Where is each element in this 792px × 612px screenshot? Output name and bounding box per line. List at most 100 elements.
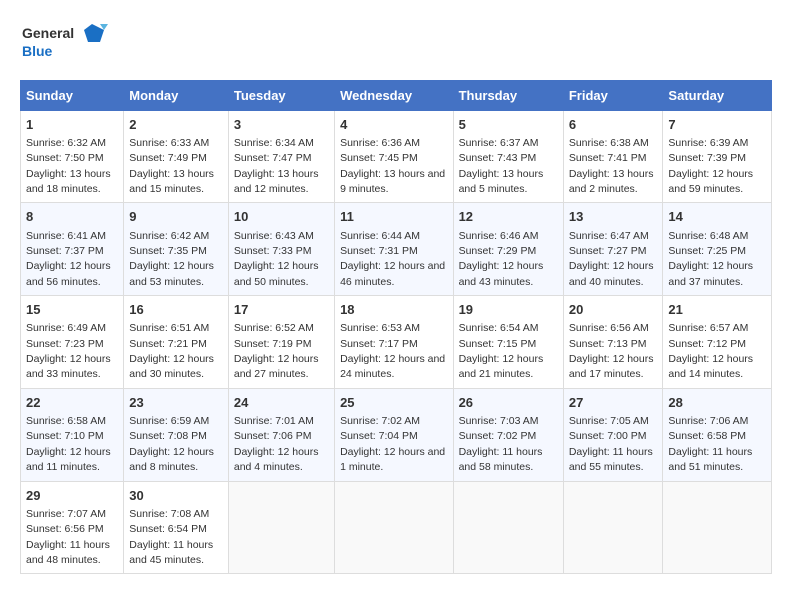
day-cell: 21 Sunrise: 6:57 AM Sunset: 7:12 PM Dayl…: [663, 296, 772, 389]
day-info: Sunrise: 6:37 AM Sunset: 7:43 PM Dayligh…: [459, 137, 544, 195]
day-number: 21: [668, 301, 766, 319]
day-number: 20: [569, 301, 658, 319]
day-number: 28: [668, 394, 766, 412]
day-cell: 30 Sunrise: 7:08 AM Sunset: 6:54 PM Dayl…: [124, 481, 229, 574]
day-number: 13: [569, 208, 658, 226]
header-cell-monday: Monday: [124, 80, 229, 110]
day-cell: 16 Sunrise: 6:51 AM Sunset: 7:21 PM Dayl…: [124, 296, 229, 389]
day-cell: 3 Sunrise: 6:34 AM Sunset: 7:47 PM Dayli…: [228, 110, 334, 203]
day-cell: 14 Sunrise: 6:48 AM Sunset: 7:25 PM Dayl…: [663, 203, 772, 296]
day-number: 6: [569, 116, 658, 134]
day-info: Sunrise: 6:57 AM Sunset: 7:12 PM Dayligh…: [668, 322, 753, 380]
day-number: 19: [459, 301, 558, 319]
day-info: Sunrise: 6:59 AM Sunset: 7:08 PM Dayligh…: [129, 415, 214, 473]
day-info: Sunrise: 7:03 AM Sunset: 7:02 PM Dayligh…: [459, 415, 543, 473]
day-number: 11: [340, 208, 447, 226]
day-cell: 20 Sunrise: 6:56 AM Sunset: 7:13 PM Dayl…: [563, 296, 663, 389]
header-cell-friday: Friday: [563, 80, 663, 110]
calendar-table: SundayMondayTuesdayWednesdayThursdayFrid…: [20, 80, 772, 575]
logo: General Blue: [20, 20, 110, 70]
day-number: 22: [26, 394, 118, 412]
header-cell-wednesday: Wednesday: [335, 80, 453, 110]
day-number: 26: [459, 394, 558, 412]
day-number: 3: [234, 116, 329, 134]
day-cell: 18 Sunrise: 6:53 AM Sunset: 7:17 PM Dayl…: [335, 296, 453, 389]
day-number: 2: [129, 116, 223, 134]
header-cell-thursday: Thursday: [453, 80, 563, 110]
header-row: SundayMondayTuesdayWednesdayThursdayFrid…: [21, 80, 772, 110]
day-info: Sunrise: 7:07 AM Sunset: 6:56 PM Dayligh…: [26, 508, 110, 566]
day-number: 5: [459, 116, 558, 134]
logo-svg: General Blue: [20, 20, 110, 65]
day-number: 1: [26, 116, 118, 134]
week-row-4: 22 Sunrise: 6:58 AM Sunset: 7:10 PM Dayl…: [21, 388, 772, 481]
day-info: Sunrise: 6:46 AM Sunset: 7:29 PM Dayligh…: [459, 230, 544, 288]
day-info: Sunrise: 6:56 AM Sunset: 7:13 PM Dayligh…: [569, 322, 654, 380]
day-info: Sunrise: 6:52 AM Sunset: 7:19 PM Dayligh…: [234, 322, 319, 380]
day-info: Sunrise: 6:49 AM Sunset: 7:23 PM Dayligh…: [26, 322, 111, 380]
day-cell: 23 Sunrise: 6:59 AM Sunset: 7:08 PM Dayl…: [124, 388, 229, 481]
day-cell: [663, 481, 772, 574]
day-cell: [563, 481, 663, 574]
day-cell: 7 Sunrise: 6:39 AM Sunset: 7:39 PM Dayli…: [663, 110, 772, 203]
day-number: 16: [129, 301, 223, 319]
day-number: 24: [234, 394, 329, 412]
day-info: Sunrise: 7:05 AM Sunset: 7:00 PM Dayligh…: [569, 415, 653, 473]
day-info: Sunrise: 6:47 AM Sunset: 7:27 PM Dayligh…: [569, 230, 654, 288]
day-cell: 17 Sunrise: 6:52 AM Sunset: 7:19 PM Dayl…: [228, 296, 334, 389]
day-number: 8: [26, 208, 118, 226]
week-row-1: 1 Sunrise: 6:32 AM Sunset: 7:50 PM Dayli…: [21, 110, 772, 203]
day-cell: [228, 481, 334, 574]
page-header: General Blue: [20, 20, 772, 70]
header-cell-saturday: Saturday: [663, 80, 772, 110]
svg-text:General: General: [22, 25, 74, 41]
day-info: Sunrise: 6:42 AM Sunset: 7:35 PM Dayligh…: [129, 230, 214, 288]
header-cell-tuesday: Tuesday: [228, 80, 334, 110]
day-number: 10: [234, 208, 329, 226]
day-info: Sunrise: 6:58 AM Sunset: 7:10 PM Dayligh…: [26, 415, 111, 473]
day-number: 12: [459, 208, 558, 226]
day-cell: 15 Sunrise: 6:49 AM Sunset: 7:23 PM Dayl…: [21, 296, 124, 389]
day-number: 30: [129, 487, 223, 505]
day-number: 7: [668, 116, 766, 134]
day-number: 14: [668, 208, 766, 226]
day-cell: 8 Sunrise: 6:41 AM Sunset: 7:37 PM Dayli…: [21, 203, 124, 296]
day-cell: 4 Sunrise: 6:36 AM Sunset: 7:45 PM Dayli…: [335, 110, 453, 203]
day-cell: 25 Sunrise: 7:02 AM Sunset: 7:04 PM Dayl…: [335, 388, 453, 481]
day-info: Sunrise: 6:34 AM Sunset: 7:47 PM Dayligh…: [234, 137, 319, 195]
day-number: 25: [340, 394, 447, 412]
day-info: Sunrise: 6:38 AM Sunset: 7:41 PM Dayligh…: [569, 137, 654, 195]
day-cell: 1 Sunrise: 6:32 AM Sunset: 7:50 PM Dayli…: [21, 110, 124, 203]
day-cell: 12 Sunrise: 6:46 AM Sunset: 7:29 PM Dayl…: [453, 203, 563, 296]
day-cell: 5 Sunrise: 6:37 AM Sunset: 7:43 PM Dayli…: [453, 110, 563, 203]
day-cell: 29 Sunrise: 7:07 AM Sunset: 6:56 PM Dayl…: [21, 481, 124, 574]
day-cell: 9 Sunrise: 6:42 AM Sunset: 7:35 PM Dayli…: [124, 203, 229, 296]
svg-text:Blue: Blue: [22, 43, 53, 59]
day-cell: 22 Sunrise: 6:58 AM Sunset: 7:10 PM Dayl…: [21, 388, 124, 481]
day-cell: 28 Sunrise: 7:06 AM Sunset: 6:58 PM Dayl…: [663, 388, 772, 481]
day-number: 23: [129, 394, 223, 412]
day-cell: 2 Sunrise: 6:33 AM Sunset: 7:49 PM Dayli…: [124, 110, 229, 203]
logo-text: General Blue: [20, 20, 110, 70]
day-cell: 24 Sunrise: 7:01 AM Sunset: 7:06 PM Dayl…: [228, 388, 334, 481]
day-cell: [335, 481, 453, 574]
day-info: Sunrise: 7:08 AM Sunset: 6:54 PM Dayligh…: [129, 508, 213, 566]
day-cell: 26 Sunrise: 7:03 AM Sunset: 7:02 PM Dayl…: [453, 388, 563, 481]
day-info: Sunrise: 6:53 AM Sunset: 7:17 PM Dayligh…: [340, 322, 445, 380]
week-row-2: 8 Sunrise: 6:41 AM Sunset: 7:37 PM Dayli…: [21, 203, 772, 296]
day-info: Sunrise: 6:33 AM Sunset: 7:49 PM Dayligh…: [129, 137, 214, 195]
day-number: 15: [26, 301, 118, 319]
day-info: Sunrise: 7:02 AM Sunset: 7:04 PM Dayligh…: [340, 415, 445, 473]
week-row-3: 15 Sunrise: 6:49 AM Sunset: 7:23 PM Dayl…: [21, 296, 772, 389]
day-info: Sunrise: 7:06 AM Sunset: 6:58 PM Dayligh…: [668, 415, 752, 473]
day-cell: 27 Sunrise: 7:05 AM Sunset: 7:00 PM Dayl…: [563, 388, 663, 481]
day-number: 9: [129, 208, 223, 226]
day-info: Sunrise: 6:36 AM Sunset: 7:45 PM Dayligh…: [340, 137, 445, 195]
day-info: Sunrise: 7:01 AM Sunset: 7:06 PM Dayligh…: [234, 415, 319, 473]
day-cell: 19 Sunrise: 6:54 AM Sunset: 7:15 PM Dayl…: [453, 296, 563, 389]
day-info: Sunrise: 6:39 AM Sunset: 7:39 PM Dayligh…: [668, 137, 753, 195]
day-info: Sunrise: 6:32 AM Sunset: 7:50 PM Dayligh…: [26, 137, 111, 195]
day-info: Sunrise: 6:54 AM Sunset: 7:15 PM Dayligh…: [459, 322, 544, 380]
day-info: Sunrise: 6:48 AM Sunset: 7:25 PM Dayligh…: [668, 230, 753, 288]
day-number: 27: [569, 394, 658, 412]
